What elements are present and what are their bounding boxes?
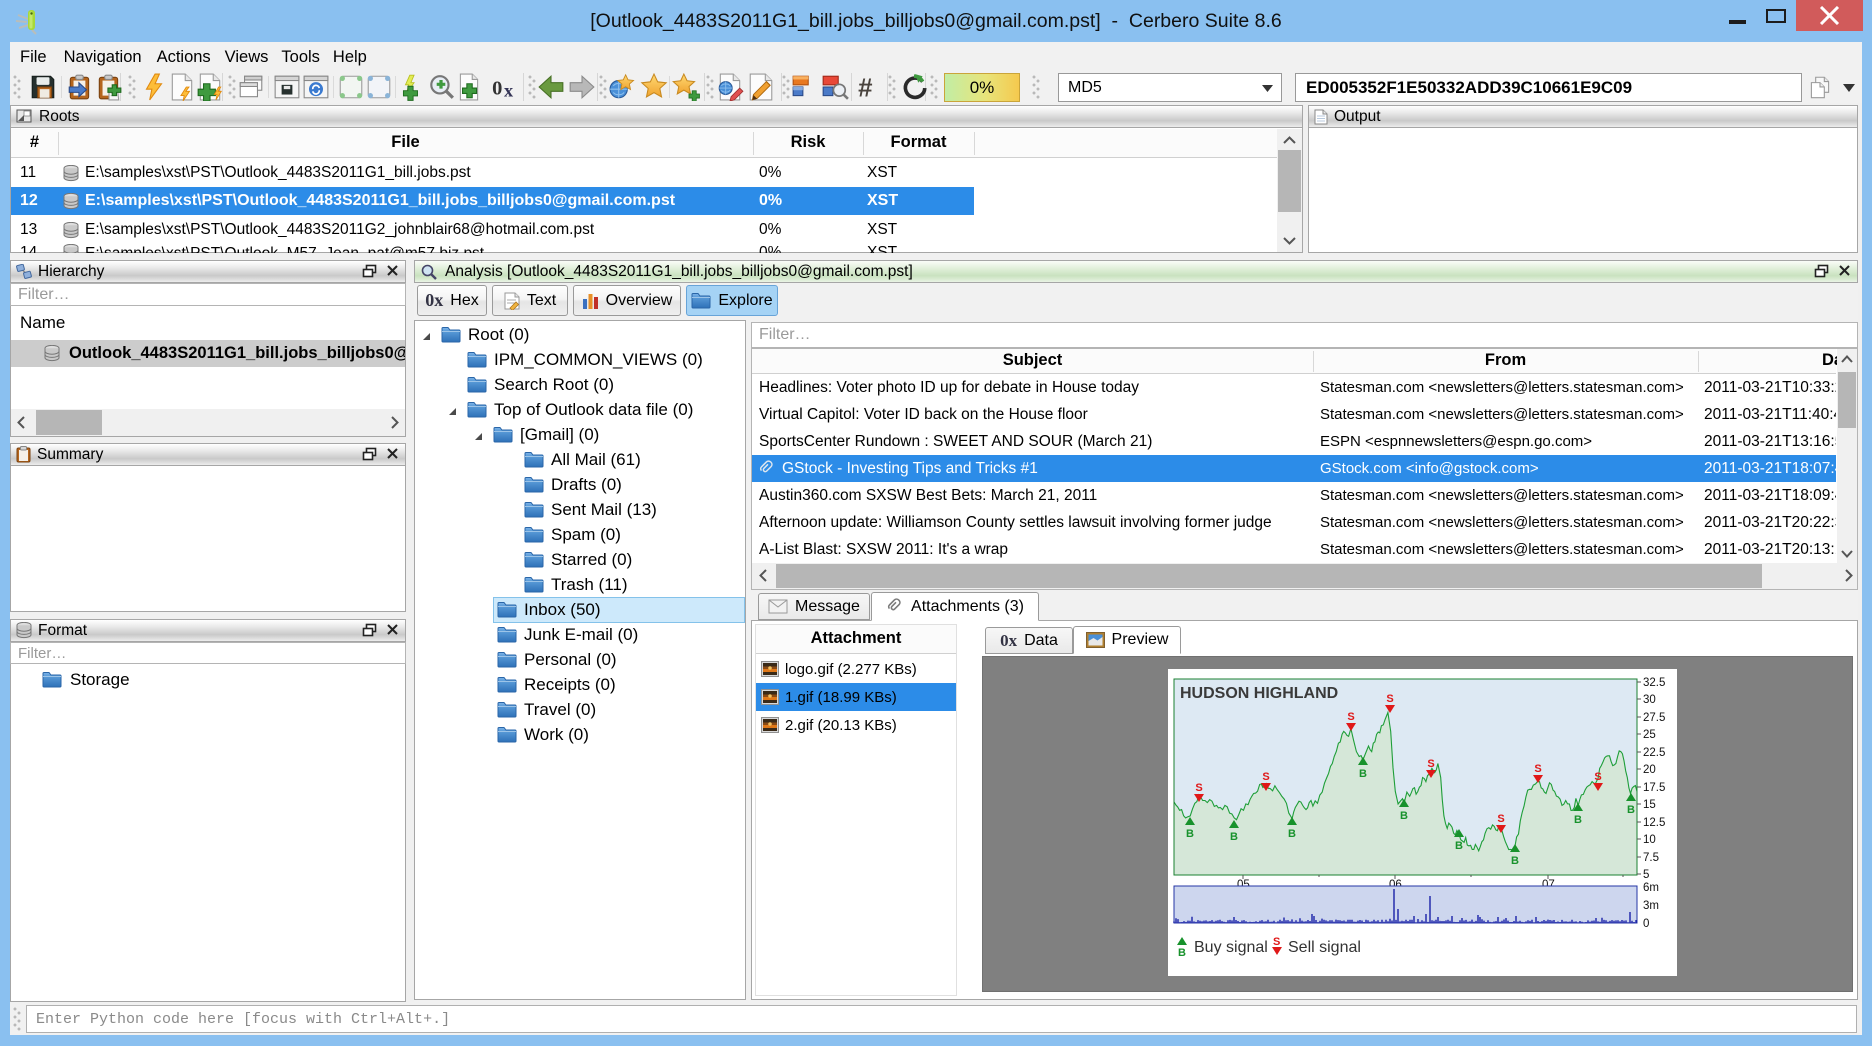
svg-text:S: S xyxy=(1594,771,1601,783)
svg-text:Buy signal: Buy signal xyxy=(1194,939,1268,956)
svg-text:B: B xyxy=(1627,804,1635,816)
svg-text:30: 30 xyxy=(1643,694,1656,706)
svg-text:5: 5 xyxy=(1643,869,1649,881)
svg-text:S: S xyxy=(1534,763,1541,775)
svg-text:B: B xyxy=(1288,828,1296,840)
svg-text:x: x xyxy=(504,81,514,101)
svg-text:HUDSON HIGHLAND: HUDSON HIGHLAND xyxy=(1180,685,1338,702)
svg-text:S: S xyxy=(1273,936,1280,948)
svg-text:B: B xyxy=(1186,828,1194,840)
svg-text:B: B xyxy=(1511,855,1519,867)
svg-text:20: 20 xyxy=(1643,764,1656,776)
svg-text:Sell signal: Sell signal xyxy=(1288,939,1361,956)
svg-text:B: B xyxy=(1230,831,1238,843)
svg-text:27.5: 27.5 xyxy=(1643,712,1665,724)
svg-text:S: S xyxy=(1386,693,1393,705)
svg-text:B: B xyxy=(1400,810,1408,822)
svg-text:S: S xyxy=(1427,758,1434,770)
svg-text:B: B xyxy=(1574,814,1582,826)
svg-text:10: 10 xyxy=(1643,834,1656,846)
svg-text:S: S xyxy=(1347,711,1354,723)
svg-text:17.5: 17.5 xyxy=(1643,782,1665,794)
svg-text:S: S xyxy=(1497,813,1504,825)
svg-text:25: 25 xyxy=(1643,729,1656,741)
svg-text:S: S xyxy=(1195,782,1202,794)
svg-text:B: B xyxy=(1455,840,1463,852)
svg-text:7.5: 7.5 xyxy=(1643,852,1659,864)
svg-text:#: # xyxy=(858,75,872,101)
svg-text:15: 15 xyxy=(1643,799,1656,811)
svg-text:32.5: 32.5 xyxy=(1643,677,1665,689)
svg-text:B: B xyxy=(1178,947,1186,959)
svg-text:0: 0 xyxy=(1643,918,1649,930)
svg-text:3m: 3m xyxy=(1643,900,1659,912)
svg-text:S: S xyxy=(1262,771,1269,783)
svg-text:22.5: 22.5 xyxy=(1643,747,1665,759)
svg-text:12.5: 12.5 xyxy=(1643,817,1665,829)
svg-text:6m: 6m xyxy=(1643,882,1659,894)
svg-text:0: 0 xyxy=(492,78,502,100)
svg-text:B: B xyxy=(1359,768,1367,780)
